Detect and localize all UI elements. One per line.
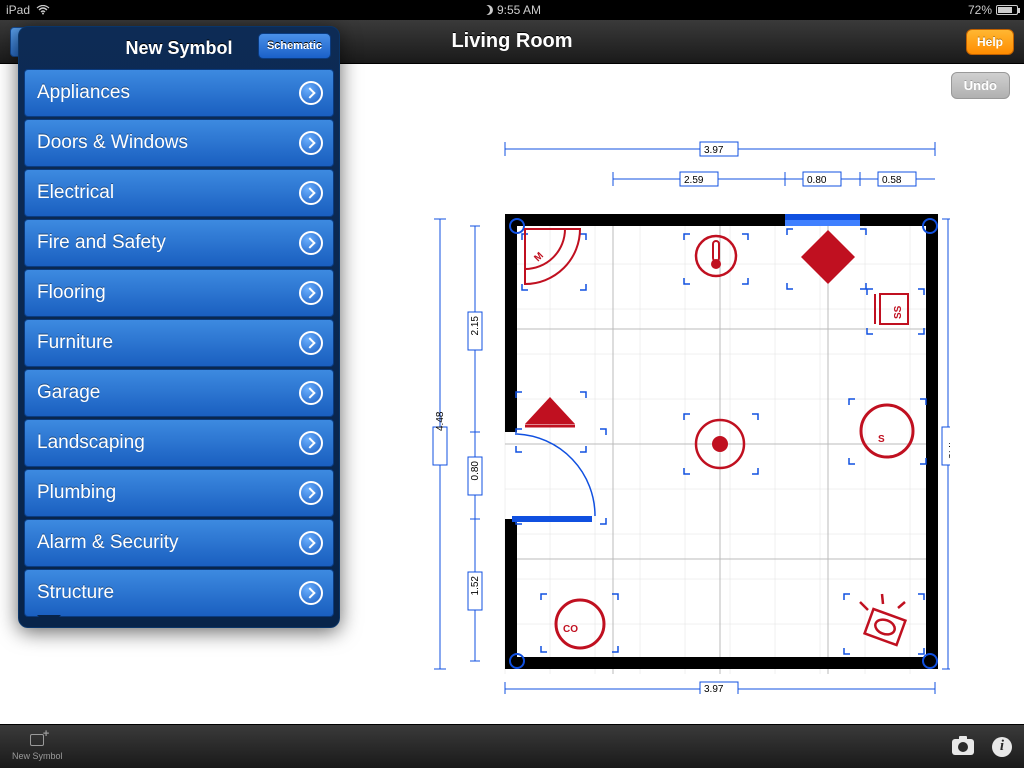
battery-pct: 72% [968, 3, 992, 17]
chevron-right-icon [299, 581, 323, 605]
wifi-icon [36, 5, 50, 15]
new-symbol-popover: New Symbol Schematic AppliancesDoors & W… [18, 26, 340, 628]
svg-text:M: M [532, 250, 546, 264]
svg-text:3.97: 3.97 [704, 145, 724, 156]
svg-text:SS: SS [893, 305, 904, 319]
symbol-motion[interactable]: M [525, 229, 580, 284]
page-title: Living Room [451, 30, 572, 53]
svg-text:3.97: 3.97 [704, 684, 724, 694]
dnd-icon [483, 5, 493, 15]
svg-text:4.48: 4.48 [435, 411, 446, 431]
category-doors-windows[interactable]: Doors & Windows [24, 119, 334, 167]
status-bar: iPad 9:55 AM 72% [0, 0, 1024, 20]
chair-icon [27, 732, 47, 750]
svg-text:4.48: 4.48 [946, 440, 950, 460]
svg-text:S: S [878, 434, 885, 445]
svg-text:CO: CO [563, 624, 578, 635]
symbol-triangle[interactable] [525, 397, 575, 426]
chevron-right-icon [299, 481, 323, 505]
svg-text:2.59: 2.59 [684, 175, 704, 186]
chevron-right-icon [299, 531, 323, 555]
floor-plan[interactable]: 3.97 2.59 0.80 0.58 3.97 4.48 4.48 2.15 [430, 134, 950, 694]
category-fire-and-safety[interactable]: Fire and Safety [24, 219, 334, 267]
new-symbol-button[interactable]: New Symbol [12, 732, 63, 761]
category-electrical[interactable]: Electrical [24, 169, 334, 217]
category-list: AppliancesDoors & WindowsElectricalFire … [24, 69, 334, 617]
chevron-right-icon [299, 231, 323, 255]
chevron-right-icon [299, 431, 323, 455]
svg-text:0.80: 0.80 [807, 175, 827, 186]
chevron-right-icon [299, 331, 323, 355]
device-name: iPad [6, 3, 30, 17]
symbol-alarm[interactable] [860, 594, 905, 645]
battery-icon [996, 5, 1018, 15]
category-alarm-security[interactable]: Alarm & Security [24, 519, 334, 567]
svg-text:0.58: 0.58 [882, 175, 902, 186]
category-furniture[interactable]: Furniture [24, 319, 334, 367]
clock: 9:55 AM [497, 3, 541, 17]
svg-text:0.80: 0.80 [470, 461, 481, 481]
chevron-right-icon [299, 381, 323, 405]
category-landscaping[interactable]: Landscaping [24, 419, 334, 467]
schematic-button[interactable]: Schematic [258, 33, 331, 59]
category-flooring[interactable]: Flooring [24, 269, 334, 317]
popover-title: New Symbol Schematic [19, 27, 339, 69]
bottom-toolbar: New Symbol i [0, 724, 1024, 768]
chevron-right-icon [299, 131, 323, 155]
undo-button[interactable]: Undo [951, 72, 1010, 99]
category-garage[interactable]: Garage [24, 369, 334, 417]
symbol-s[interactable]: S [861, 405, 913, 457]
info-icon[interactable]: i [992, 737, 1012, 757]
chevron-right-icon [299, 281, 323, 305]
help-button[interactable]: Help [966, 29, 1014, 55]
chevron-right-icon [299, 81, 323, 105]
svg-text:2.15: 2.15 [470, 316, 481, 336]
category-structure[interactable]: Structure [24, 569, 334, 617]
camera-icon[interactable] [952, 739, 974, 755]
category-plumbing[interactable]: Plumbing [24, 469, 334, 517]
chevron-right-icon [299, 181, 323, 205]
svg-text:1.52: 1.52 [470, 576, 481, 596]
symbol-diamond-red[interactable] [801, 230, 855, 284]
category-appliances[interactable]: Appliances [24, 69, 334, 117]
